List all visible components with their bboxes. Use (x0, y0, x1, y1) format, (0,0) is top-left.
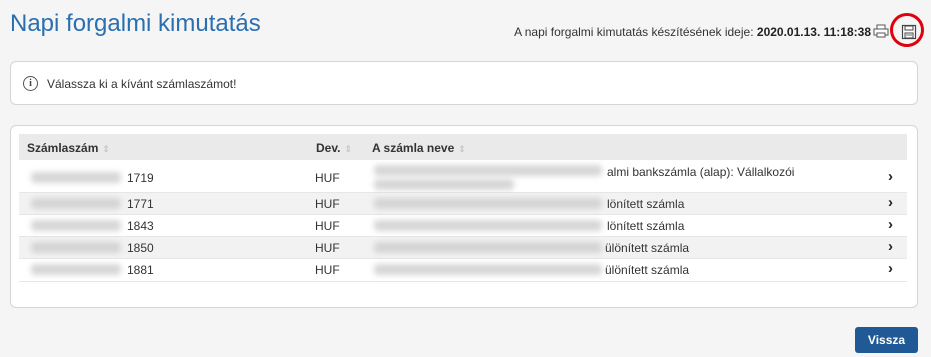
back-button[interactable]: Vissza (855, 327, 918, 353)
account-number: 1843 (127, 219, 154, 233)
page-title: Napi forgalmi kimutatás (10, 10, 261, 37)
currency: HUF (315, 219, 340, 233)
report-timestamp: A napi forgalmi kimutatás készítésének i… (514, 25, 871, 39)
redacted-account-name (374, 220, 602, 231)
info-alert: i Válassza ki a kívánt számlaszámot! (10, 61, 918, 105)
sort-icon: ⇕ (344, 144, 353, 154)
redacted-account-name (374, 198, 602, 209)
print-icon[interactable] (873, 24, 889, 38)
table-row[interactable]: 1771 HUF lönített számla › (19, 193, 907, 215)
column-header-currency[interactable]: Dev. ⇕ (316, 141, 352, 155)
account-name: ülönített számla (605, 241, 690, 255)
sort-icon: ⇕ (102, 144, 110, 154)
chevron-right-icon[interactable]: › (888, 194, 893, 211)
chevron-right-icon[interactable]: › (888, 168, 893, 185)
account-number: 1719 (127, 171, 154, 185)
redacted-account-name (374, 165, 602, 176)
currency: HUF (315, 263, 340, 277)
redacted-account-prefix (31, 172, 121, 183)
timestamp-label: A napi forgalmi kimutatás készítésének i… (514, 25, 754, 39)
highlight-circle (887, 10, 927, 50)
redacted-account-name (374, 264, 602, 275)
account-number: 1850 (127, 241, 154, 255)
info-icon: i (23, 76, 38, 91)
column-header-account-number[interactable]: Számlaszám ⇕ (27, 141, 110, 155)
account-number: 1771 (127, 197, 154, 211)
chevron-right-icon[interactable]: › (888, 216, 893, 233)
redacted-account-prefix (31, 198, 121, 209)
chevron-right-icon[interactable]: › (888, 238, 893, 255)
table-row[interactable]: 1881 HUF ülönített számla › (19, 259, 907, 282)
table-row[interactable]: 1843 HUF lönített számla › (19, 215, 907, 237)
account-name: ülönített számla (605, 263, 690, 277)
table-row[interactable]: 1719 HUF almi bankszámla (alap): Vállalk… (19, 162, 907, 193)
sort-icon: ⇕ (458, 144, 466, 154)
table-header: Számlaszám ⇕ Dev. ⇕ A számla neve ⇕ (19, 134, 907, 160)
currency: HUF (315, 197, 340, 211)
account-name: lönített számla (607, 197, 685, 211)
currency: HUF (315, 171, 340, 185)
chevron-right-icon[interactable]: › (888, 260, 893, 277)
redacted-account-name (374, 242, 602, 253)
redacted-account-prefix (31, 264, 121, 275)
account-number: 1881 (127, 263, 154, 277)
currency: HUF (315, 241, 340, 255)
account-name: lönített számla (607, 219, 685, 233)
redacted-account-prefix (31, 220, 121, 231)
page-header: Napi forgalmi kimutatás A napi forgalmi … (0, 0, 931, 50)
column-header-account-name[interactable]: A számla neve ⇕ (372, 141, 466, 155)
redacted-account-prefix (31, 242, 121, 253)
redacted-account-name (374, 179, 514, 190)
account-name: almi bankszámla (alap): Vállalkozói (607, 165, 795, 179)
table-row[interactable]: 1850 HUF ülönített számla › (19, 237, 907, 259)
accounts-panel: Számlaszám ⇕ Dev. ⇕ A számla neve ⇕ 1719 HU… (10, 125, 918, 308)
timestamp-value: 2020.01.13. 11:18:38 (756, 25, 871, 39)
alert-message: Válassza ki a kívánt számlaszámot! (47, 77, 237, 91)
